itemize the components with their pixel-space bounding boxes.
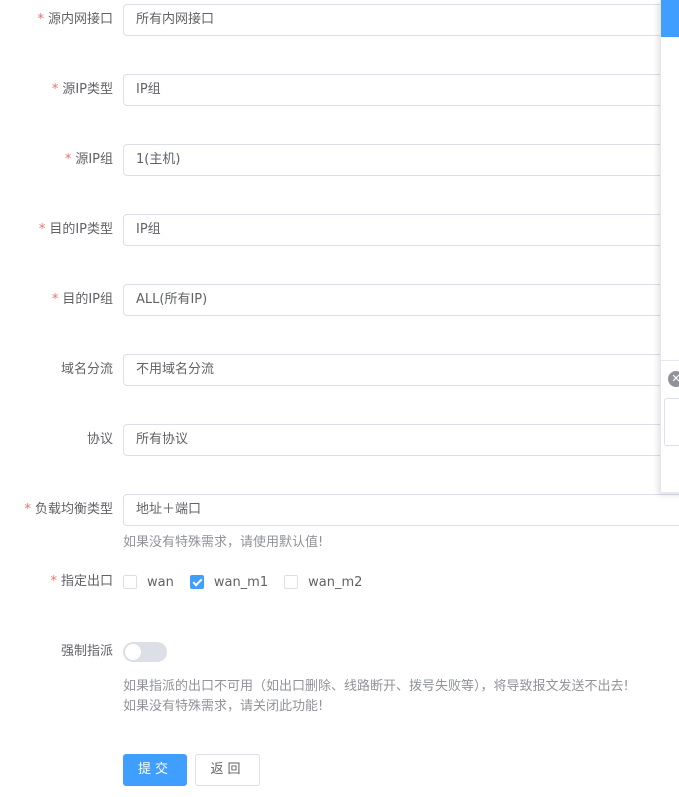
submit-button[interactable]: 提交	[123, 754, 187, 786]
exit-option-wan[interactable]: wan	[123, 575, 174, 590]
force-assign-hint-2: 如果没有特殊需求，请关闭此功能!	[123, 699, 324, 714]
side-panel-input[interactable]	[664, 398, 679, 446]
label-dst-ip-group: * 目的IP组	[51, 292, 113, 307]
label-protocol: 协议	[86, 432, 113, 447]
side-panel-header[interactable]	[661, 0, 679, 37]
label-src-ip-type: * 源IP类型	[51, 82, 113, 97]
side-panel-divider	[661, 360, 679, 361]
row-exit: * 指定出口 wan wan_m1 wan_m2	[0, 566, 679, 598]
label-lb-type: * 负载均衡类型	[24, 502, 113, 517]
label-exit: * 指定出口	[50, 574, 113, 589]
label-force-assign: 强制指派	[60, 644, 113, 659]
exit-option-wan-m2[interactable]: wan_m2	[284, 575, 362, 590]
protocol-select[interactable]: 所有协议	[123, 424, 679, 456]
label-domain-split: 域名分流	[60, 362, 113, 377]
src-interface-select[interactable]: 所有内网接口	[123, 4, 679, 36]
src-ip-group-select[interactable]: 1(主机)	[123, 144, 679, 176]
back-button[interactable]: 返回	[195, 754, 260, 786]
switch-knob	[125, 644, 141, 660]
src-ip-type-select[interactable]: IP组	[123, 74, 679, 106]
checkbox-wan-m1[interactable]	[189, 575, 204, 589]
lb-type-select[interactable]: 地址＋端口	[123, 494, 679, 526]
force-assign-switch[interactable]	[123, 642, 167, 662]
checkbox-wan[interactable]	[123, 575, 137, 589]
dst-ip-group-select[interactable]: ALL(所有IP)	[123, 284, 679, 316]
label-src-interface: * 源内网接口	[37, 12, 113, 27]
checkbox-wan-m2[interactable]	[284, 575, 299, 589]
dst-ip-type-select[interactable]: IP组	[123, 214, 679, 246]
label-src-ip-group: * 源IP组	[64, 152, 113, 167]
policy-form-page: * 源内网接口 所有内网接口 * 源IP类型 IP组 * 源IP组 1(主机) * 目的…	[0, 0, 679, 797]
label-dst-ip-type: * 目的IP类型	[38, 222, 113, 237]
domain-split-select[interactable]: 不用域名分流	[123, 354, 679, 386]
lb-type-hint: 如果没有特殊需求，请使用默认值!	[123, 535, 324, 550]
exit-checkbox-group: wan wan_m1 wan_m2	[123, 566, 378, 598]
row-force-assign: 强制指派	[0, 636, 679, 668]
exit-option-wan-m1[interactable]: wan_m1	[189, 575, 268, 590]
force-assign-hint-1: 如果指派的出口不可用（如出口删除、线路断开、拨号失败等），将导致报文发送不出去!	[123, 679, 629, 694]
close-icon[interactable]: ✕	[668, 371, 679, 387]
